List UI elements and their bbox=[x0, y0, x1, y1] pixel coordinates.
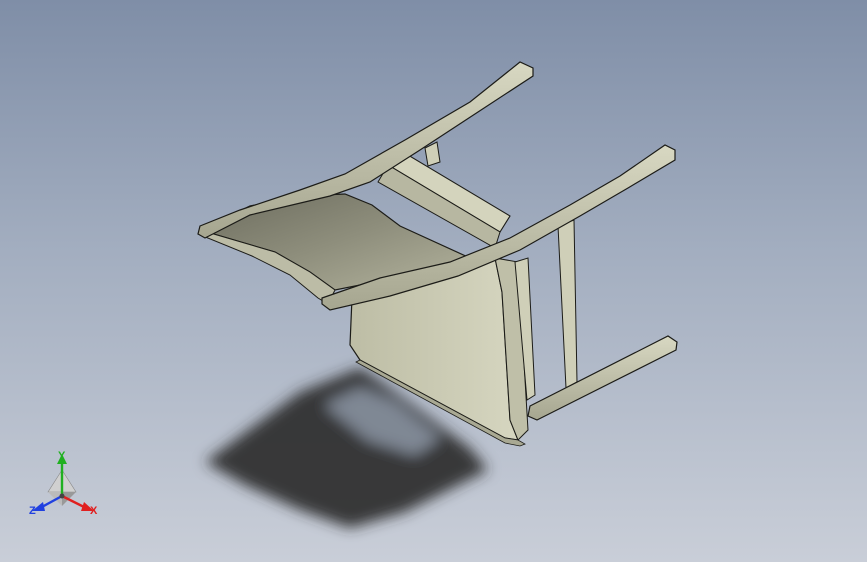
model-view[interactable] bbox=[0, 0, 867, 562]
graphics-viewport[interactable]: Y X Z bbox=[0, 0, 867, 562]
triad-z-label: Z bbox=[29, 505, 36, 517]
chair-model[interactable] bbox=[197, 61, 678, 447]
triad-x-label: X bbox=[90, 505, 98, 517]
triad-y-label: Y bbox=[58, 450, 66, 462]
bottom-stretcher bbox=[527, 335, 678, 421]
rear-leg bbox=[557, 219, 578, 389]
